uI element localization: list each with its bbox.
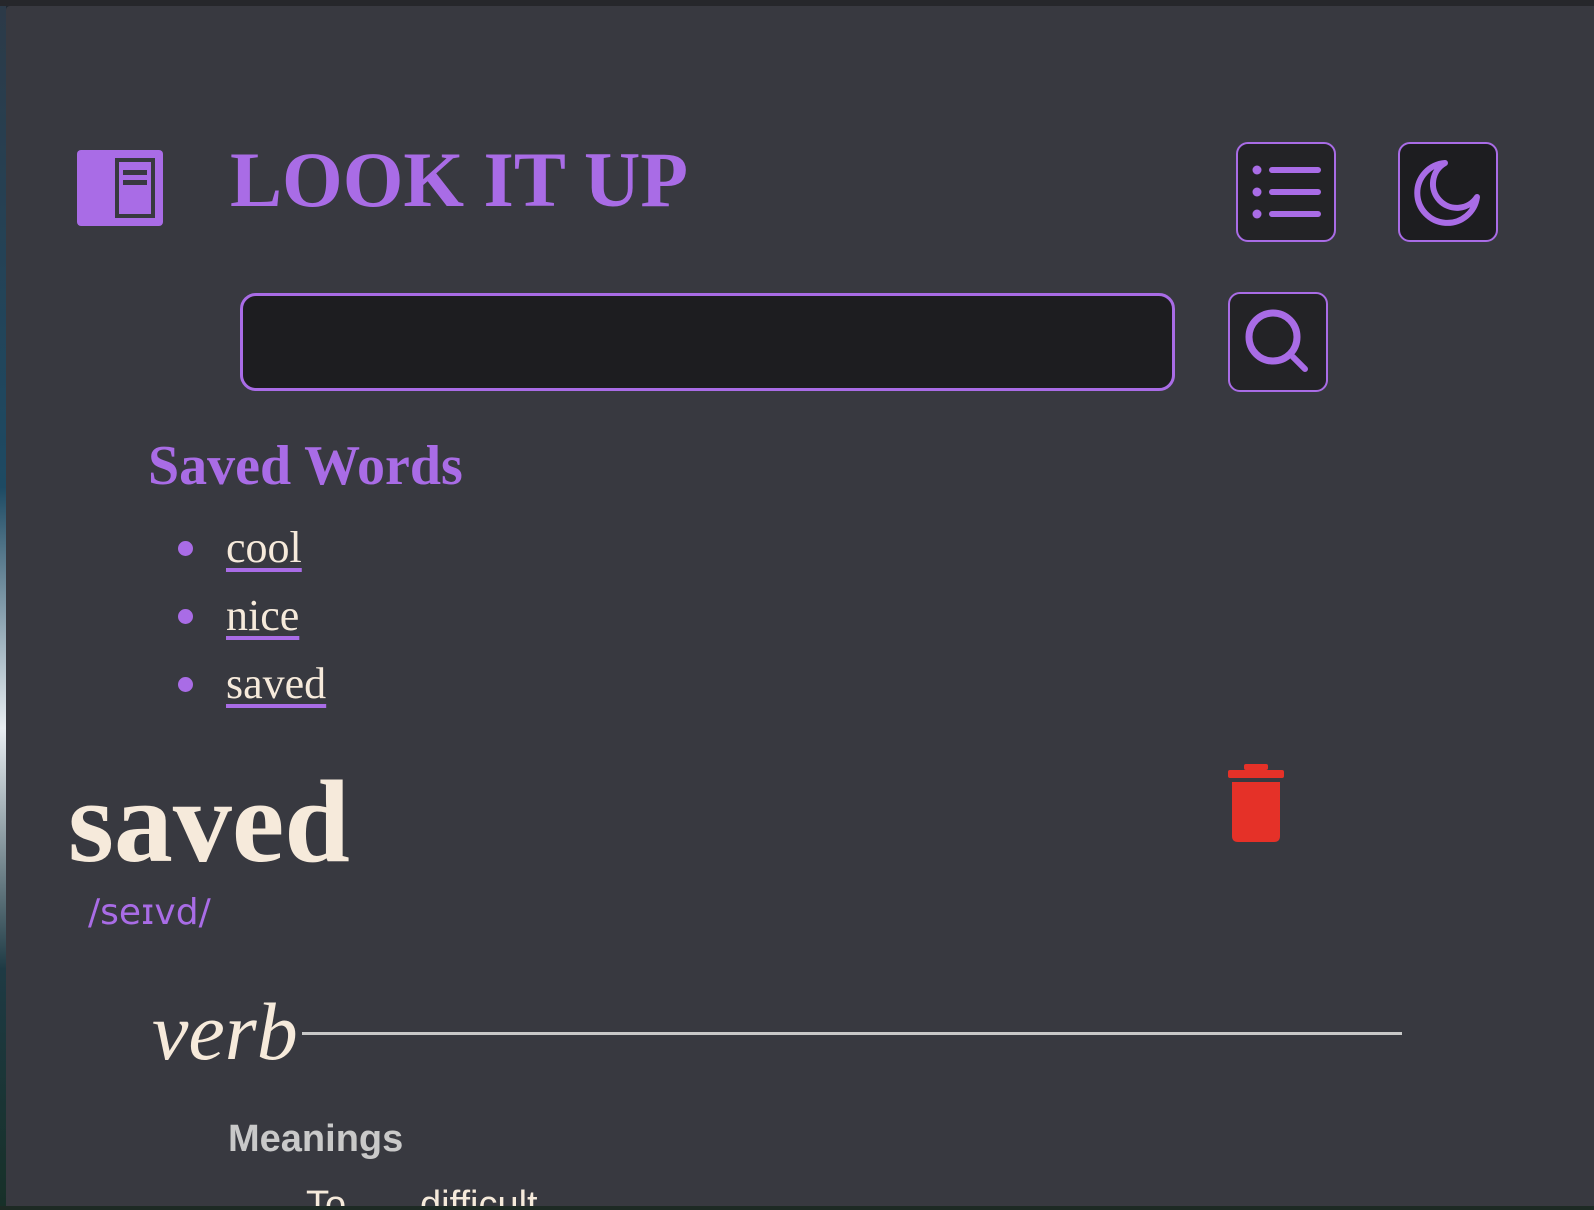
bullet-icon [178, 541, 193, 556]
trash-icon [1228, 764, 1284, 842]
app-window: LOOK IT UP Saved Words cool nice saved s… [6, 6, 1594, 1210]
search-input[interactable] [240, 293, 1175, 391]
word-title: saved [68, 756, 350, 887]
app-title: LOOK IT UP [230, 136, 688, 223]
divider [302, 1032, 1402, 1035]
book-icon [77, 150, 163, 226]
saved-words-heading: Saved Words [148, 435, 463, 497]
saved-word-link[interactable]: cool [226, 523, 302, 572]
list-item: saved [176, 658, 326, 726]
list-icon [1252, 165, 1321, 219]
theme-toggle-button[interactable] [1398, 142, 1498, 242]
saved-word-link[interactable]: nice [226, 591, 299, 640]
search-button[interactable] [1228, 292, 1328, 392]
moon-icon [1414, 160, 1480, 226]
saved-list-button[interactable] [1236, 142, 1336, 242]
bullet-icon [178, 609, 193, 624]
saved-words-list: cool nice saved [176, 522, 326, 726]
list-item: nice [176, 590, 326, 658]
delete-word-button[interactable] [1224, 764, 1288, 844]
list-item: cool [176, 522, 326, 590]
desktop-bottom-edge [0, 1206, 1594, 1210]
saved-word-link[interactable]: saved [226, 659, 326, 708]
phonetic-text: /seɪvd/ [88, 892, 211, 933]
meanings-label: Meanings [228, 1118, 404, 1160]
part-of-speech: verb [152, 986, 298, 1077]
search-icon [1245, 309, 1308, 372]
bullet-icon [178, 677, 193, 692]
